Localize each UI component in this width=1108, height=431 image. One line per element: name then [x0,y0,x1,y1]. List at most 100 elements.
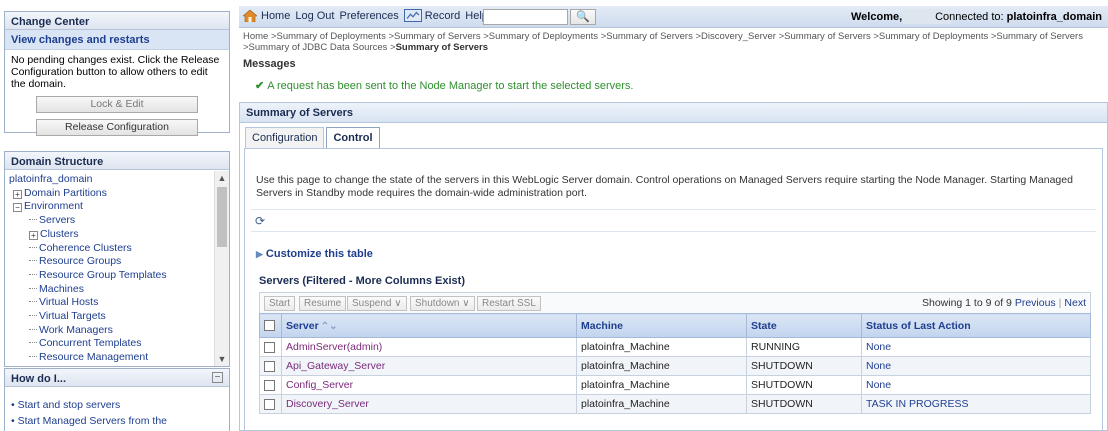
column-header-machine[interactable]: Machine [576,313,747,338]
table-header-row: Server ⌃⌄ Machine State Status of Last Ac… [259,313,1091,338]
refresh-icon[interactable]: ⟳ [255,214,265,228]
tree-item[interactable]: + Clusters [9,228,209,242]
status-link[interactable]: None [866,341,891,353]
scroll-up-icon[interactable]: ▲ [215,171,229,185]
how-do-i-panel: How do I... − • Start and stop servers •… [4,368,230,431]
server-cell: Api_Gateway_Server [281,356,577,376]
home-link[interactable]: Home [261,10,290,22]
tree-item-label[interactable]: Resource Management [39,351,148,363]
suspend-button[interactable]: Suspend ∨ [347,296,407,311]
row-select-cell [259,337,282,357]
server-link[interactable]: Config_Server [286,379,353,391]
tree-item[interactable]: − Environment [9,200,209,214]
table-row: Api_Gateway_Server platoinfra_Machine SH… [259,356,1091,376]
domain-tree-scrollbar[interactable]: ▲ ▼ [214,171,229,366]
minimize-icon[interactable]: − [212,372,223,383]
tree-item[interactable]: Virtual Targets [9,310,209,324]
page-description: Use this page to change the state of the… [256,174,1073,199]
resume-button[interactable]: Resume [299,296,347,311]
how-do-i-list: • Start and stop servers • Start Managed… [5,387,229,429]
tab-configuration[interactable]: Configuration [245,127,325,148]
row-checkbox[interactable] [264,360,275,372]
messages-heading: Messages [243,58,296,70]
tree-item-label[interactable]: Environment [24,200,83,212]
tree-item[interactable]: Concurrent Templates [9,337,209,351]
tree-item-label[interactable]: Servers [39,214,75,226]
logout-link[interactable]: Log Out [295,10,334,22]
previous-page-link[interactable]: Previous [1015,297,1056,309]
tree-connector [29,219,37,221]
column-header-server[interactable]: Server ⌃⌄ [281,313,577,338]
scrollbar-thumb[interactable] [217,187,227,247]
status-cell: None [861,356,1091,376]
search-input[interactable] [483,9,568,25]
tree-item[interactable]: + Domain Partitions [9,187,209,201]
sort-icon[interactable]: ⌃⌄ [321,321,338,332]
tree-item-label[interactable]: Virtual Hosts [39,296,98,308]
column-header-status[interactable]: Status of Last Action [861,313,1091,338]
restart-ssl-button[interactable]: Restart SSL [477,296,541,311]
preferences-link[interactable]: Preferences [339,10,398,22]
left-sidebar: Change Center View changes and restarts … [0,0,231,431]
expand-triangle-icon[interactable]: ▶ [256,249,263,259]
row-checkbox[interactable] [264,341,275,353]
server-link[interactable]: AdminServer(admin) [286,341,382,353]
row-checkbox[interactable] [264,398,275,410]
row-select-cell [259,394,282,414]
breadcrumb-trail[interactable]: Home >Summary of Deployments >Summary of… [243,31,1083,53]
how-do-i-item[interactable]: • Start Managed Servers from the [11,413,223,429]
how-do-i-item[interactable]: • Start and stop servers [11,397,223,413]
expand-icon[interactable]: + [29,230,38,240]
paging-summary: Showing 1 to 9 of 9 [921,297,1012,309]
table-row: Discovery_Server platoinfra_Machine SHUT… [259,394,1091,414]
tree-item[interactable]: Resource Groups [9,255,209,269]
column-header-state[interactable]: State [746,313,862,338]
tree-item[interactable]: Machines [9,283,209,297]
tree-item-label[interactable]: Coherence Clusters [39,242,132,254]
lock-edit-button[interactable]: Lock & Edit [36,96,198,113]
tree-item-label[interactable]: platoinfra_domain [9,173,92,185]
server-cell: Config_Server [281,375,577,395]
tree-item-label[interactable]: Concurrent Templates [39,337,142,349]
next-page-link[interactable]: Next [1064,297,1086,309]
tree-item-label[interactable]: Work Managers [39,324,113,336]
state-cell: SHUTDOWN [746,356,862,376]
view-changes-link[interactable]: View changes and restarts [5,30,229,50]
tree-item[interactable]: Work Managers [9,324,209,338]
change-center-title: Change Center [5,12,229,30]
tree-item[interactable]: Resource Group Templates [9,269,209,283]
tree-item[interactable]: Coherence Clusters [9,242,209,256]
tree-item-label[interactable]: Clusters [40,228,79,240]
expand-icon[interactable]: + [13,189,22,199]
record-icon[interactable] [403,9,422,22]
customize-table-link[interactable]: ▶ Customize this table [256,248,373,260]
tree-item-label[interactable]: Virtual Targets [39,310,106,322]
status-link[interactable]: None [866,360,891,372]
tree-item[interactable]: platoinfra_domain [9,173,209,187]
collapse-icon[interactable]: − [13,203,22,213]
server-link[interactable]: Discovery_Server [286,398,369,410]
release-configuration-button[interactable]: Release Configuration [36,119,198,136]
search-button[interactable]: 🔍 [570,9,596,25]
tree-item-label[interactable]: Resource Groups [39,255,121,267]
home-icon[interactable] [243,9,257,22]
tree-item-label[interactable]: Machines [39,283,84,295]
tree-item-label[interactable]: Domain Partitions [24,187,107,199]
row-checkbox[interactable] [264,379,275,391]
tree-item[interactable]: Resource Management [9,351,209,365]
status-link[interactable]: TASK IN PROGRESS [866,398,969,410]
tree-item[interactable]: Servers [9,214,209,228]
start-button[interactable]: Start [264,296,296,311]
connected-to-label: Connected to: platoinfra_domain [935,11,1102,23]
status-link[interactable]: None [866,379,891,391]
tree-item-label[interactable]: Resource Group Templates [39,269,167,281]
refresh-bar: ⟳ [251,209,1096,232]
shutdown-button[interactable]: Shutdown ∨ [410,296,475,311]
server-link[interactable]: Api_Gateway_Server [286,360,385,372]
tree-item[interactable]: Virtual Hosts [9,296,209,310]
change-center-panel: Change Center View changes and restarts … [4,11,230,136]
scroll-down-icon[interactable]: ▼ [215,352,229,366]
record-link[interactable]: Record [425,10,460,22]
tab-control[interactable]: Control [326,127,380,148]
select-all-checkbox[interactable] [264,320,275,332]
